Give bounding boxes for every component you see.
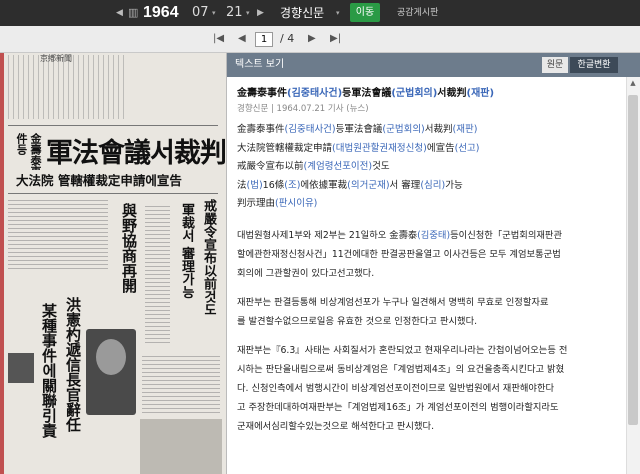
paragraph-line: 재판부는 판결등통해 비상계엄선포가 누구나 일견해서 명백히 무효로 인정할자…	[237, 296, 549, 308]
newspaper-archive-viewer: ◀ ▥ 1964 07 ▾ 21 ▾ ▶ 경향신문 ▾ 이동 공감게시판 |◀ …	[0, 0, 640, 474]
title-line: 金壽泰事件(김중태사건)등軍法會議(군법회의)서裁判(재판)	[237, 124, 478, 135]
text-view-header: 텍스트 보기 원문 한글변환	[227, 53, 640, 77]
scrollbar-thumb[interactable]	[628, 95, 638, 425]
paragraph-line: 를 발견할수없으므로일응 유효한 것으로 인정한다고 판시했다.	[237, 315, 478, 327]
newspaper-scan-image[interactable]: 京鄕新聞 金壽泰事件등 軍法會議서裁判 大法院 管轄權裁定申請에宣告 戒嚴令宣布…	[0, 53, 226, 474]
next-page-icon[interactable]: ▶	[308, 31, 316, 47]
paragraph-line: 회의에 그관할권이 있다고선고했다.	[237, 267, 375, 279]
tab-korean-converted[interactable]: 한글변환	[570, 57, 618, 73]
menu-icon[interactable]: ▥	[128, 0, 138, 26]
print-texture	[145, 203, 170, 343]
title-line: 判示理由(판시이유)	[237, 198, 318, 209]
portrait-face	[96, 339, 126, 375]
paragraph-line: 할에관한재정신청사건」11건에대한 판결공판을열고 이사건등은 모두 계엄보통군…	[237, 248, 561, 260]
vertical-headline-5: 某種事件에關聯引責	[40, 303, 58, 438]
day-dropdown-icon[interactable]: ▾	[246, 0, 250, 26]
article-content: 金壽泰事件(김중태사건)등軍法會議(군법회의)서裁判(재판) 경향신문 | 19…	[237, 87, 623, 436]
prev-page-icon[interactable]: ◀	[238, 31, 246, 47]
article-paragraph-2: 재판부는 판결등통해 비상계엄선포가 누구나 일견해서 명백히 무효로 인정할자…	[237, 293, 623, 331]
rule-line	[8, 193, 218, 194]
paragraph-line: 군재에서심리할수있는것으로 해석한다고 판시했다.	[237, 420, 435, 432]
article-title-block: 金壽泰事件(김중태사건)등軍法會議(군법회의)서裁判(재판) 大法院管轄權裁定申…	[237, 121, 623, 214]
scan-edge-strip	[0, 53, 4, 474]
scroll-up-icon[interactable]: ▲	[626, 77, 640, 89]
text-view-title: 텍스트 보기	[235, 59, 285, 70]
article-meta: 경향신문 | 1964.07.21 기사 (뉴스)	[237, 104, 369, 114]
newspaper-select[interactable]: 경향신문	[280, 0, 324, 26]
masthead: 京鄕新聞	[40, 54, 72, 63]
sub-headline: 大法院 管轄權裁定申請에宣告	[14, 170, 184, 189]
paragraph-line: 다. 신청인측에서 범행시간이 비상계엄선포이전이므로 일반법원에서 재판해야한…	[237, 382, 555, 394]
tab-original[interactable]: 원문	[542, 57, 568, 73]
text-view-panel: 텍스트 보기 원문 한글변환 ▲ 金壽泰事件(김중태사건)등軍法會議(군법회의)…	[226, 53, 640, 474]
day-value[interactable]: 21	[226, 0, 243, 26]
portrait-photo-small	[8, 353, 34, 383]
board-link[interactable]: 공감게시판	[397, 0, 438, 26]
article-paragraph-3: 재판부는『6.3』사태는 사회질서가 혼란되었고 현재우리나라는 간첩이넘어오는…	[237, 341, 623, 436]
paragraph-line: 시하는 판단을내림으로써 동비상계엄은「계엄법제4조」의 요건을충족시킨다고 밝…	[237, 363, 565, 375]
paragraph-line: 대법원형사제1부와 제2부는 21일하오 金壽泰(김중태)등이신청한「군법회의재…	[237, 229, 563, 241]
last-page-icon[interactable]: ▶|	[330, 31, 341, 47]
print-texture	[142, 353, 220, 413]
page-total: / 4	[280, 32, 295, 45]
title-line: 大法院管轄權裁定申請(대법원관할권재정신청)에宣告(선고)	[237, 142, 480, 154]
rule-line	[8, 125, 218, 126]
vertical-headline-4: 洪憲杓遞信長官辭任	[64, 297, 82, 432]
print-texture	[8, 199, 108, 269]
article-paragraph-1: 대법원형사제1부와 제2부는 21일하오 金壽泰(김중태)등이신청한「군법회의재…	[237, 226, 623, 283]
paragraph-line: 재판부는『6.3』사태는 사회질서가 혼란되었고 현재우리나라는 간첩이넘어오는…	[237, 344, 568, 356]
prev-year-icon[interactable]: ◀	[116, 0, 123, 26]
vertical-headline-1: 戒嚴令宣布以前것도	[201, 199, 216, 316]
go-button[interactable]: 이동	[350, 3, 380, 22]
print-texture	[8, 55, 128, 119]
page-number-input[interactable]	[255, 32, 273, 47]
vertical-headline-2: 軍裁서 審理가능	[179, 203, 194, 299]
vertical-headline-3: 與野協商再開	[120, 203, 138, 293]
month-dropdown-icon[interactable]: ▾	[212, 0, 216, 26]
newspaper-dropdown-icon[interactable]: ▾	[336, 0, 340, 26]
year-value[interactable]: 1964	[143, 0, 179, 26]
title-line: 戒嚴令宣布以前(계엄령선포이전)것도	[237, 161, 390, 172]
scan-illustration	[140, 419, 222, 474]
date-navigation-bar: ◀ ▥ 1964 07 ▾ 21 ▾ ▶ 경향신문 ▾ 이동 공감게시판	[0, 0, 640, 26]
page-navigation-bar: |◀ ◀ / 4 ▶ ▶|	[0, 26, 640, 53]
paragraph-line: 고 주장한데대하여재판부는「계엄법제16조」가 계엄선포이전의 범행이라할지라도	[237, 401, 559, 413]
next-day-icon[interactable]: ▶	[257, 0, 264, 26]
main-headline: 軍法會議서裁判	[46, 138, 226, 169]
title-line: 法(법)16條(조)에依據軍裁(의거군재)서 審理(심리)가능	[237, 179, 463, 191]
article-headline: 金壽泰事件(김중태사건)등軍法會議(군법회의)서裁判(재판)	[237, 88, 495, 99]
first-page-icon[interactable]: |◀	[213, 31, 224, 47]
month-value[interactable]: 07	[192, 0, 209, 26]
